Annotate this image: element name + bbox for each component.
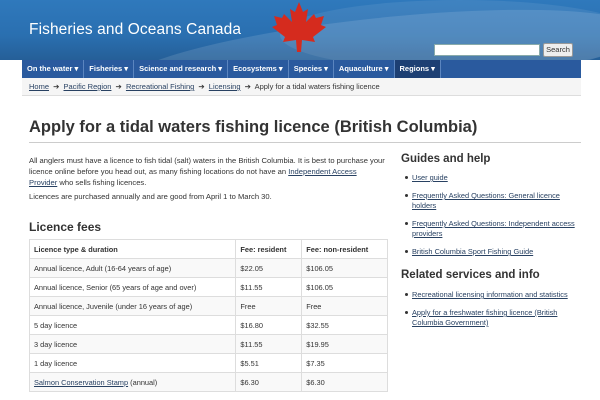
list-item: Frequently Asked Questions: General lice… [405,191,582,211]
table-cell: $6.30 [235,372,303,392]
user-guide-link[interactable]: User guide [412,173,448,182]
list-item: Recreational licensing information and s… [405,290,582,300]
list-item: Apply for a freshwater fishing licence (… [405,308,582,328]
table-row: Salmon Conservation Stamp (annual) $6.30… [28,372,388,392]
breadcrumb-separator: ➔ [198,82,205,91]
faq-independent-providers-link[interactable]: Frequently Asked Questions: Independent … [412,219,575,238]
breadcrumb-home[interactable]: Home [29,82,49,91]
table-cell: $11.55 [235,277,303,297]
breadcrumb-current: Apply for a tidal waters fishing licence [254,82,380,91]
column-header: Fee: resident [235,239,303,259]
table-cell: $6.30 [301,372,388,392]
intro-paragraph: All anglers must have a licence to fish … [29,155,385,188]
nav-ecosystems[interactable]: Ecosystems ▾ [228,60,289,78]
table-cell: $19.95 [301,334,388,354]
table-cell: $106.05 [301,258,388,278]
nav-fill [441,60,581,78]
table-row: Annual licence, Adult (16-64 years of ag… [28,258,388,278]
table-row: Annual licence, Senior (65 years of age … [28,277,388,297]
table-cell: Salmon Conservation Stamp (annual) [28,372,237,392]
table-row: 3 day licence $11.55 $19.95 [28,334,388,354]
site-header: Fisheries and Oceans Canada Search [0,0,600,60]
search-button[interactable]: Search [543,43,573,57]
table-cell: 5 day licence [28,315,237,335]
breadcrumb-separator: ➔ [53,82,60,91]
main-nav: On the water ▾ Fisheries ▾ Science and r… [22,60,581,78]
breadcrumb-licensing[interactable]: Licensing [209,82,241,91]
table-row: Annual licence, Juvenile (under 16 years… [28,296,388,316]
breadcrumb-recreational-fishing[interactable]: Recreational Fishing [126,82,194,91]
site-title[interactable]: Fisheries and Oceans Canada [29,21,241,39]
search-input[interactable] [434,44,540,56]
column-header: Fee: non-resident [301,239,388,259]
recreational-licensing-info-link[interactable]: Recreational licensing information and s… [412,290,568,299]
freshwater-licence-link[interactable]: Apply for a freshwater fishing licence (… [412,308,557,327]
nav-fisheries[interactable]: Fisheries ▾ [84,60,135,78]
column-header: Licence type & duration [28,239,237,259]
table-cell: $32.55 [301,315,388,335]
breadcrumb-pacific-region[interactable]: Pacific Region [64,82,112,91]
maple-leaf-icon [272,2,326,52]
nav-aquaculture[interactable]: Aquaculture ▾ [334,60,395,78]
table-row: 1 day licence $5.51 $7.35 [28,353,388,373]
validity-note: Licences are purchased annually and are … [29,192,272,201]
breadcrumb-separator: ➔ [115,82,122,91]
table-cell: $22.05 [235,258,303,278]
table-cell: $11.55 [235,334,303,354]
page-title: Apply for a tidal waters fishing licence… [29,118,478,136]
table-cell: Annual licence, Juvenile (under 16 years… [28,296,237,316]
table-cell: 1 day licence [28,353,237,373]
table-cell: 3 day licence [28,334,237,354]
list-item: User guide [405,173,582,183]
list-item: Frequently Asked Questions: Independent … [405,219,582,239]
table-header-row: Licence type & duration Fee: resident Fe… [28,239,388,259]
title-divider [29,142,581,143]
table-cell: Annual licence, Adult (16-64 years of ag… [28,258,237,278]
table-cell: $16.80 [235,315,303,335]
guides-and-help-heading: Guides and help [401,153,491,165]
licence-fees-table: Licence type & duration Fee: resident Fe… [28,239,388,392]
list-item: British Columbia Sport Fishing Guide [405,247,582,257]
table-row: 5 day licence $16.80 $32.55 [28,315,388,335]
nav-species[interactable]: Species ▾ [289,60,334,78]
bc-sport-fishing-guide-link[interactable]: British Columbia Sport Fishing Guide [412,247,533,256]
intro-tail: who sells fishing licences. [57,178,147,187]
licence-fees-heading: Licence fees [29,220,102,234]
table-cell: $5.51 [235,353,303,373]
related-list: Recreational licensing information and s… [405,290,582,336]
salmon-conservation-stamp-link[interactable]: Salmon Conservation Stamp [34,378,128,387]
table-cell: $7.35 [301,353,388,373]
table-cell: $106.05 [301,277,388,297]
table-cell: Annual licence, Senior (65 years of age … [28,277,237,297]
nav-regions[interactable]: Regions ▾ [394,60,441,78]
guides-list: User guide Frequently Asked Questions: G… [405,173,582,265]
table-cell: Free [235,296,303,316]
nav-on-the-water[interactable]: On the water ▾ [22,60,85,78]
related-services-heading: Related services and info [401,269,540,281]
breadcrumb: Home ➔ Pacific Region ➔ Recreational Fis… [22,78,581,96]
breadcrumb-separator: ➔ [244,82,251,91]
nav-science-and-research[interactable]: Science and research ▾ [134,60,229,78]
table-cell: Free [301,296,388,316]
annual-suffix: (annual) [128,377,158,387]
faq-general-link[interactable]: Frequently Asked Questions: General lice… [412,191,560,210]
